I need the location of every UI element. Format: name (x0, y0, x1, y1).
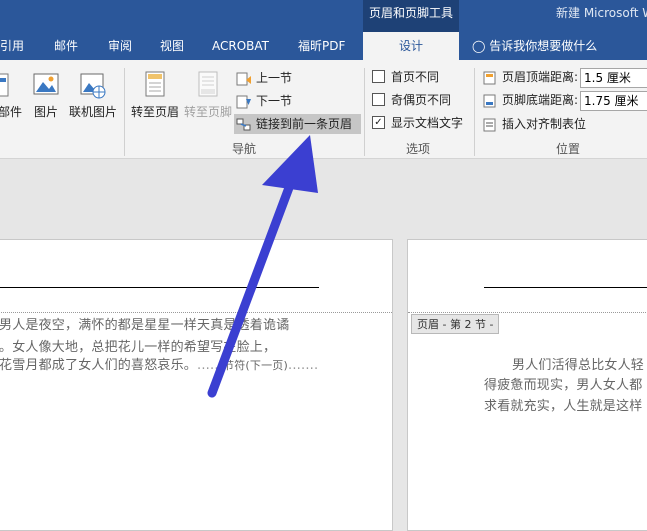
arrowhead-icon (262, 135, 318, 193)
annotation-arrow (207, 135, 318, 398)
